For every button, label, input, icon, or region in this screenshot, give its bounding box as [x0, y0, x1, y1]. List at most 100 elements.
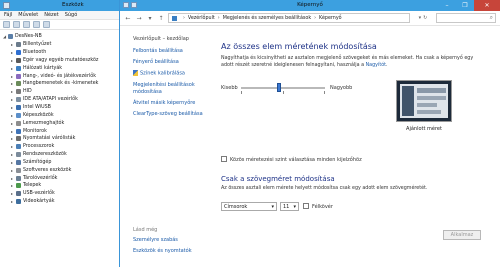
- device-category-label: Lemezmeghajtók: [23, 120, 65, 126]
- tree-root-label: DesNes-NB: [15, 34, 42, 40]
- refresh-icon[interactable]: ↻: [423, 15, 427, 21]
- computer-icon: [8, 34, 13, 40]
- size-slider-track[interactable]: [241, 87, 325, 89]
- link-display-settings[interactable]: Megjelenítési beállítások módosítása: [133, 82, 210, 96]
- device-category-item[interactable]: ▸ HID: [3, 88, 121, 96]
- device-category-item[interactable]: ▸ Hangbemenetek és -kimenetek: [3, 80, 121, 88]
- element-select-value: Címsorok: [224, 203, 248, 210]
- device-category-label: Számítógép: [23, 159, 52, 165]
- up-arrow-icon[interactable]: ↑: [157, 14, 165, 22]
- control-panel-icon: [172, 15, 177, 21]
- page-title: Az összes elem méretének módosítása: [221, 42, 377, 51]
- device-category-icon: [16, 81, 21, 87]
- link-calibrate-color-label: Színek kalibrálása: [140, 70, 185, 77]
- device-category-icon: [16, 73, 21, 79]
- forward-icon[interactable]: [13, 21, 20, 28]
- device-category-item[interactable]: ▸ Processzorok: [3, 143, 121, 151]
- forward-arrow-icon[interactable]: →: [135, 14, 143, 22]
- close-button[interactable]: ✕: [474, 0, 500, 11]
- device-category-icon: [16, 152, 21, 158]
- device-category-item[interactable]: ▸ Hálózati kártyák: [3, 64, 121, 72]
- back-icon[interactable]: [3, 21, 10, 28]
- size-select[interactable]: 11 ▾: [280, 202, 299, 211]
- back-arrow-icon[interactable]: ←: [124, 14, 132, 22]
- tree-root[interactable]: ◢ DesNes-NB: [3, 33, 121, 41]
- text-size-heading: Csak a szövegméret módosítása: [221, 175, 335, 183]
- chevron-down-icon: ▾: [293, 203, 296, 210]
- device-category-label: Billentyűzet: [23, 42, 52, 48]
- size-slider-thumb[interactable]: [276, 83, 281, 92]
- device-category-item[interactable]: ▸ Lemezmeghajtók: [3, 119, 121, 127]
- device-tree: ◢ DesNes-NB ▸ Billentyűzet ▸ Bluetooth ▸ Egér…: [0, 30, 121, 206]
- device-category-item[interactable]: ▸ Monitorok: [3, 127, 121, 135]
- magnifier-link[interactable]: Nagyítót: [366, 63, 386, 68]
- device-category-label: Videokártyák: [23, 199, 55, 205]
- link-personalization[interactable]: Személyre szabás: [133, 237, 192, 244]
- link-calibrate-color[interactable]: Színek kalibrálása: [133, 70, 210, 78]
- device-category-item[interactable]: ▸ Hang-, videó- és játékvezérlők: [3, 72, 121, 80]
- device-category-icon: [16, 97, 21, 103]
- device-category-item[interactable]: ▸ Rendszereszközök: [3, 151, 121, 159]
- menu-help[interactable]: Súgó: [65, 12, 78, 18]
- search-box[interactable]: ⌕: [436, 13, 496, 23]
- link-brightness[interactable]: Fényerő beállítása: [133, 59, 210, 66]
- device-category-item[interactable]: ▸ Egér vagy egyéb mutatóeszköz: [3, 57, 121, 65]
- device-category-item[interactable]: ▸ Telepek: [3, 182, 121, 190]
- preview-caption: Ajánlott méret: [406, 126, 442, 132]
- device-category-label: Rendszereszközök: [23, 152, 67, 158]
- breadcrumb-control-panel[interactable]: Vezérlőpult: [188, 16, 215, 21]
- menu-file[interactable]: Fájl: [4, 12, 12, 18]
- properties-icon[interactable]: [23, 21, 30, 28]
- navigation-bar: ← → ▾ ↑ › Vezérlőpult › Megjelenés és sz…: [120, 11, 500, 26]
- device-category-icon: [16, 89, 21, 95]
- device-category-label: Telepek: [23, 183, 42, 189]
- same-scale-label[interactable]: Közös méretezési szint választása minden…: [230, 157, 362, 163]
- help-icon[interactable]: [33, 21, 40, 28]
- device-category-icon: [16, 50, 21, 56]
- device-category-item[interactable]: ▸ Nyomtatási várólisták: [3, 135, 121, 143]
- main-pane: Az összes elem méretének módosítása Nagy…: [221, 27, 491, 267]
- cp-titlebar[interactable]: Képernyő – ❐ ✕: [120, 0, 500, 11]
- control-panel-home-link[interactable]: Vezérlőpult – kezdőlap: [133, 36, 210, 42]
- maximize-button[interactable]: ❐: [456, 0, 474, 11]
- device-category-item[interactable]: ▸ Képeszközök: [3, 111, 121, 119]
- device-category-item[interactable]: ▸ Intel WiUSB: [3, 104, 121, 112]
- device-category-item[interactable]: ▸ IDE ATA/ATAPI vezérlők: [3, 96, 121, 104]
- slider-max-label: Nagyobb: [330, 85, 353, 91]
- menu-action[interactable]: Művelet: [18, 12, 38, 18]
- minimize-button[interactable]: –: [438, 0, 456, 11]
- link-project[interactable]: Átvitel másik képernyőre: [133, 100, 210, 107]
- device-category-item[interactable]: ▸ Videokártyák: [3, 198, 121, 206]
- apply-button[interactable]: Alkalmaz: [443, 230, 481, 240]
- breadcrumb-appearance[interactable]: Megjelenés és személyes beállítások: [223, 16, 311, 21]
- device-category-label: Hangbemenetek és -kimenetek: [23, 81, 99, 87]
- device-category-item[interactable]: ▸ Számítógép: [3, 159, 121, 167]
- address-bar[interactable]: › Vezérlőpult › Megjelenés és személyes …: [168, 13, 410, 23]
- breadcrumb-display[interactable]: Képernyő: [319, 16, 342, 21]
- bold-label[interactable]: Félkövér: [312, 204, 333, 210]
- same-scale-checkbox[interactable]: [221, 156, 227, 162]
- size-select-value: 11: [283, 203, 290, 210]
- link-cleartype[interactable]: ClearType-szöveg beállítása: [133, 111, 210, 118]
- device-category-icon: [16, 183, 21, 189]
- device-category-item[interactable]: ▸ Szoftveres eszközök: [3, 166, 121, 174]
- admin-shield-icon: [133, 70, 138, 76]
- slider-min-label: Kisebb: [221, 85, 238, 91]
- device-category-icon: [16, 144, 21, 150]
- devmgr-titlebar[interactable]: Eszközk: [0, 0, 121, 11]
- device-category-item[interactable]: ▸ Bluetooth: [3, 49, 121, 57]
- link-devices-printers[interactable]: Eszközök és nyomtatók: [133, 248, 192, 255]
- scan-hardware-icon[interactable]: [43, 21, 50, 28]
- device-category-item[interactable]: ▸ Billentyűzet: [3, 41, 121, 49]
- bold-checkbox[interactable]: [303, 203, 309, 209]
- device-category-icon: [16, 167, 21, 173]
- link-resolution[interactable]: Felbontás beállítása: [133, 48, 210, 55]
- slider-tick: [241, 91, 242, 94]
- dropdown-arrow-icon[interactable]: ▾: [419, 15, 422, 21]
- menu-view[interactable]: Nézet: [44, 12, 58, 18]
- element-select[interactable]: Címsorok ▾: [221, 202, 277, 211]
- device-category-icon: [16, 105, 21, 111]
- device-category-item[interactable]: ▸ Tárolóvezérlők: [3, 174, 121, 182]
- device-category-item[interactable]: ▸ USB-vezérlők: [3, 190, 121, 198]
- recent-locations-icon[interactable]: ▾: [146, 14, 154, 22]
